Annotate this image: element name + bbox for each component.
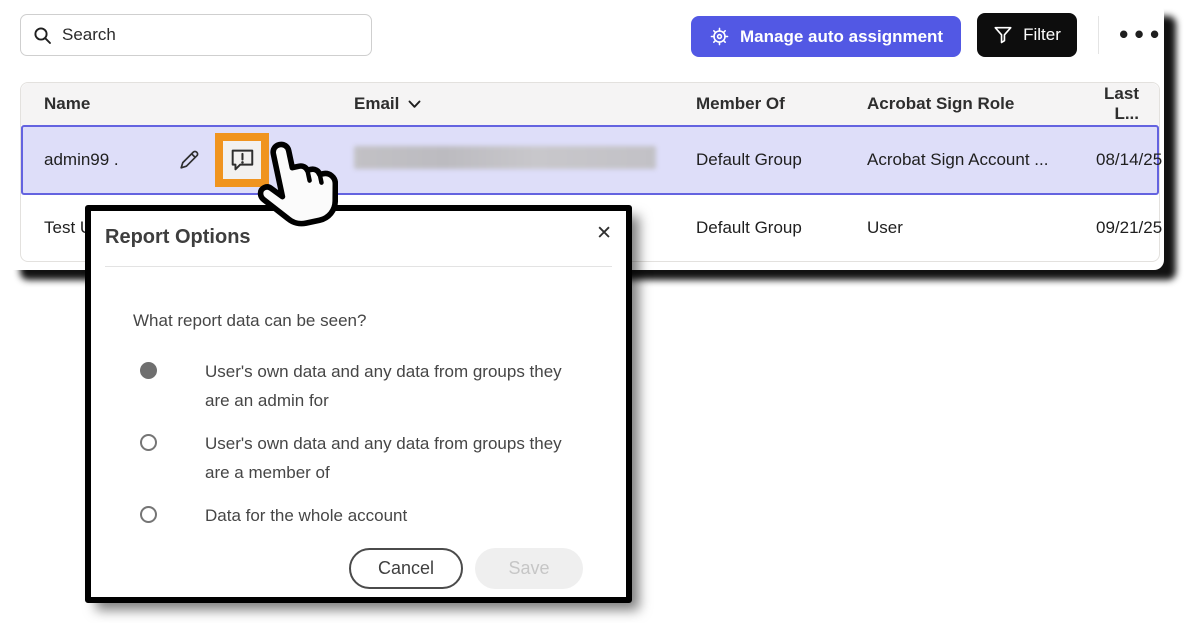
report-options-dialog: Report Options ✕ What report data can be… [85, 205, 632, 603]
dialog-question: What report data can be seen? [133, 311, 606, 331]
radio-label[interactable]: User's own data and any data from groups… [205, 357, 567, 415]
user-name-cell: admin99 . [44, 133, 354, 187]
cancel-button[interactable]: Cancel [349, 548, 463, 589]
table-row[interactable]: admin99 . [21, 125, 1159, 195]
column-header-email-label: Email [354, 94, 399, 114]
column-header-acrobat-sign-role[interactable]: Acrobat Sign Role [867, 94, 1096, 114]
dialog-divider [105, 266, 612, 267]
close-icon[interactable]: ✕ [596, 222, 612, 244]
member-of-cell: Default Group [696, 218, 867, 238]
redacted-email [354, 146, 656, 169]
search-input[interactable] [62, 25, 359, 45]
radio-option-whole-account: Data for the whole account [140, 501, 606, 530]
column-header-email[interactable]: Email [354, 94, 696, 114]
dialog-title: Report Options [105, 226, 251, 249]
filter-button[interactable]: Filter [977, 13, 1077, 57]
report-options-button[interactable] [223, 141, 261, 179]
report-options-highlight [215, 133, 269, 187]
radio-unselected[interactable] [140, 434, 157, 451]
search-icon [33, 26, 52, 45]
table-header-row: Name Email Member Of Acrobat Sign Role L… [21, 83, 1159, 125]
search-box[interactable] [20, 14, 372, 56]
page: Manage auto assignment Filter ••• Name E… [0, 0, 1187, 623]
manage-auto-assignment-label: Manage auto assignment [740, 27, 943, 47]
last-login-cell: 09/21/25 [1096, 218, 1182, 238]
radio-selected[interactable] [140, 362, 157, 379]
funnel-icon [993, 25, 1013, 45]
more-options-button[interactable]: ••• [1117, 16, 1161, 54]
gear-icon [709, 26, 730, 47]
edit-user-button[interactable] [177, 148, 201, 172]
dialog-header: Report Options ✕ [91, 211, 626, 267]
last-login-cell: 08/14/25 [1096, 150, 1182, 170]
pencil-icon [177, 148, 201, 172]
radio-label[interactable]: User's own data and any data from groups… [205, 429, 567, 487]
role-cell: Acrobat Sign Account ... [867, 150, 1096, 170]
dialog-body: What report data can be seen? User's own… [91, 267, 626, 530]
filter-label: Filter [1023, 25, 1061, 45]
radio-option-admin-groups: User's own data and any data from groups… [140, 357, 606, 415]
report-alert-bubble-icon [228, 146, 256, 174]
radio-option-member-groups: User's own data and any data from groups… [140, 429, 606, 487]
user-email-cell [354, 146, 696, 174]
role-cell: User [867, 218, 1096, 238]
column-header-name[interactable]: Name [44, 94, 354, 114]
member-of-cell: Default Group [696, 150, 867, 170]
column-header-member-of[interactable]: Member Of [696, 94, 867, 114]
user-name: admin99 . [44, 150, 119, 170]
chevron-down-icon [408, 100, 421, 109]
toolbar-divider [1098, 16, 1099, 54]
dialog-actions: Cancel Save [349, 548, 583, 589]
radio-label[interactable]: Data for the whole account [205, 501, 407, 530]
save-button[interactable]: Save [475, 548, 583, 589]
column-header-last-login[interactable]: Last L... [1096, 84, 1159, 124]
manage-auto-assignment-button[interactable]: Manage auto assignment [691, 16, 961, 57]
radio-unselected[interactable] [140, 506, 157, 523]
